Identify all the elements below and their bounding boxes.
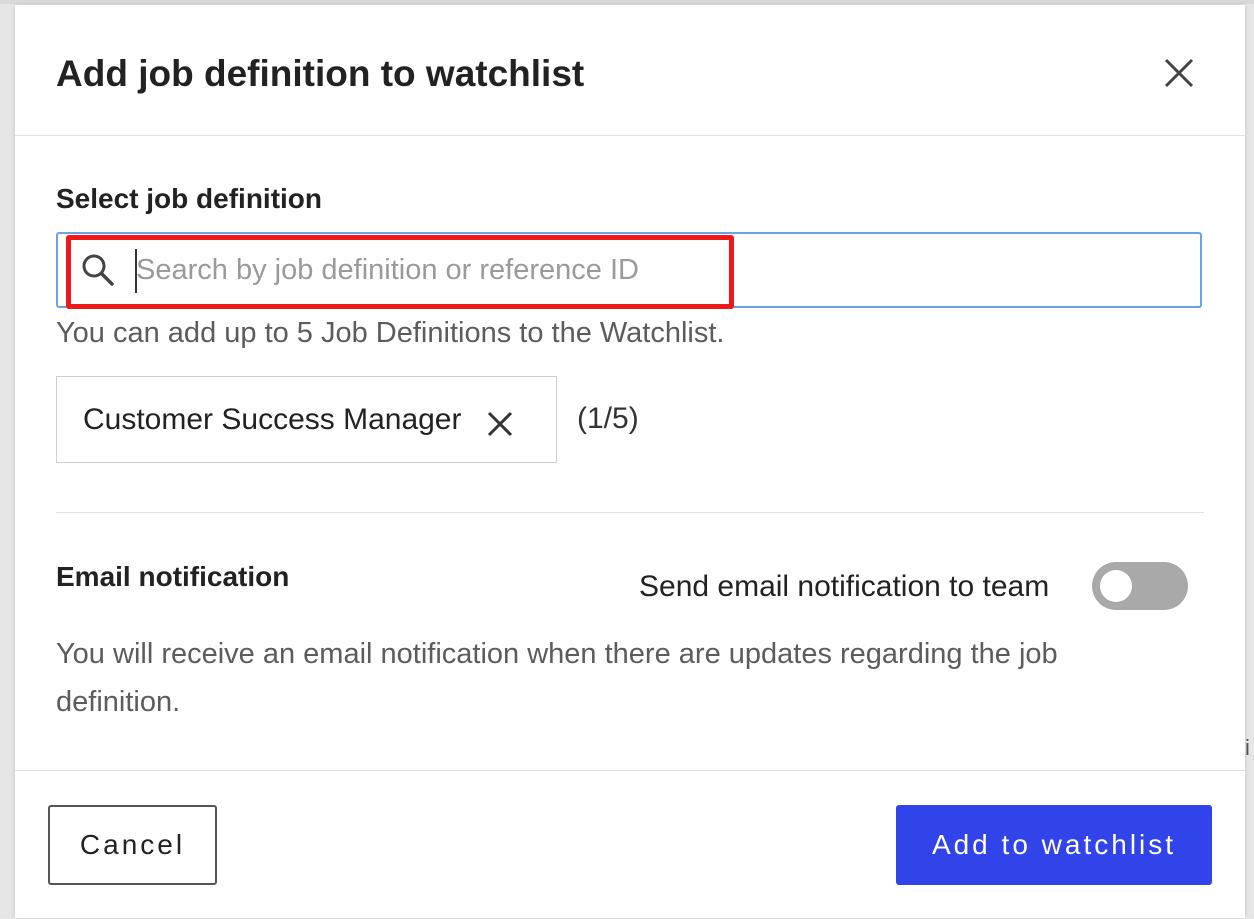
add-to-watchlist-button[interactable]: Add to watchlist: [896, 805, 1212, 885]
modal-footer: Cancel Add to watchlist: [15, 770, 1245, 919]
chip-label: Customer Success Manager: [83, 403, 462, 436]
chip-remove-button[interactable]: [485, 409, 515, 439]
watchlist-modal: Add job definition to watchlist Select j…: [15, 5, 1245, 918]
toggle-knob: [1100, 570, 1132, 602]
backdrop-peek-text: i: [1245, 735, 1250, 760]
selection-count: (1/5): [577, 402, 639, 435]
job-search-input[interactable]: [136, 246, 1176, 294]
toggle-label: Send email notification to team: [639, 570, 1050, 603]
modal-header: Add job definition to watchlist: [15, 5, 1245, 136]
helper-text: You can add up to 5 Job Definitions to t…: [56, 317, 725, 349]
selected-job-chip: Customer Success Manager: [56, 376, 557, 463]
cancel-button[interactable]: Cancel: [48, 805, 217, 885]
email-notification-description: You will receive an email notification w…: [56, 638, 1058, 718]
close-icon: [487, 411, 513, 437]
close-icon: [1164, 58, 1194, 88]
email-notification-toggle[interactable]: [1092, 562, 1188, 610]
backdrop-top-edge: [0, 0, 1254, 4]
email-notification-label: Email notification: [56, 561, 290, 592]
select-job-definition-label: Select job definition: [56, 183, 323, 214]
text-caret: [135, 249, 137, 293]
search-icon: [82, 254, 114, 286]
job-search-field[interactable]: [56, 232, 1202, 308]
close-button[interactable]: [1161, 55, 1197, 91]
section-divider: [56, 512, 1204, 513]
modal-title: Add job definition to watchlist: [56, 53, 585, 94]
